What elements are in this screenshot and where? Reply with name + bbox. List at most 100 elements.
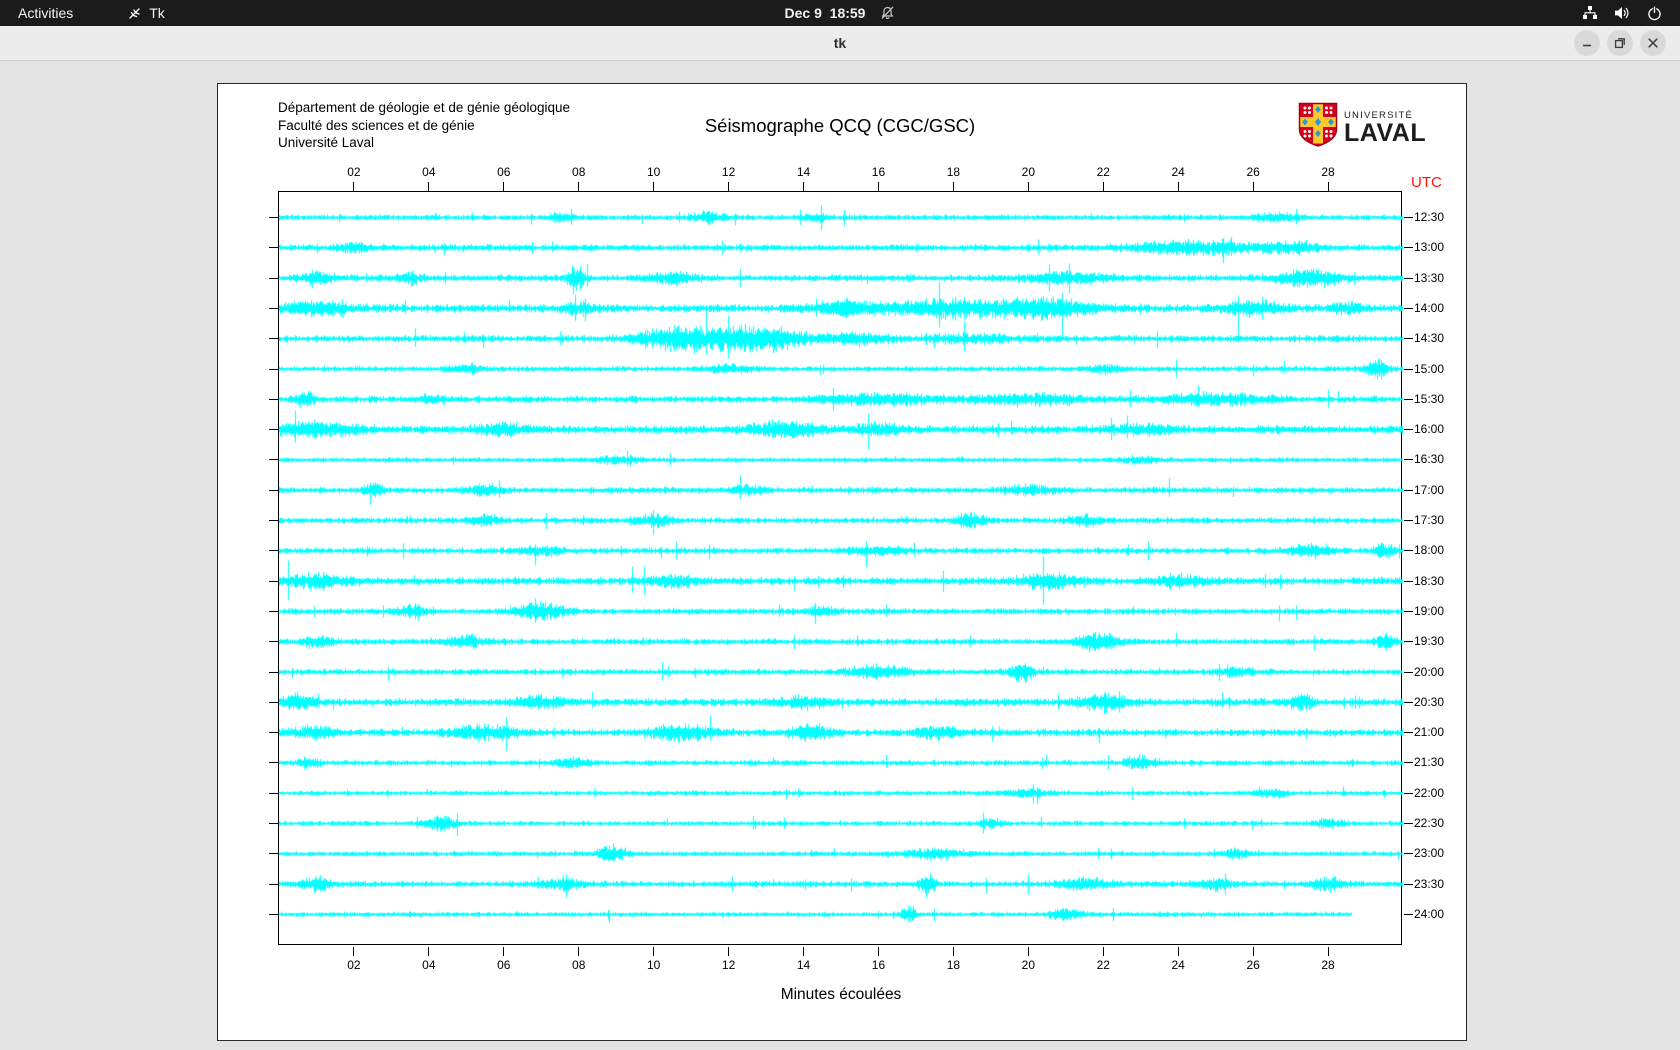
x-tick-bottom [1102, 947, 1104, 956]
x-tick-label-bottom: 28 [1321, 958, 1335, 972]
trace-time-label: 12:30 [1414, 210, 1445, 224]
app-menu-label: Tk [149, 5, 165, 21]
trace-time-label: 20:00 [1414, 664, 1445, 679]
x-tick-bottom [952, 947, 954, 956]
trace-tick-right [1404, 277, 1413, 279]
x-tick-top [578, 182, 580, 191]
trace-tick-right [1404, 610, 1413, 612]
trace-tick-right [1404, 732, 1413, 734]
trace-tick-left [269, 429, 278, 431]
trace-time-label: 18:00 [1414, 543, 1445, 558]
system-status-area[interactable] [1574, 0, 1670, 26]
logo-laval-label: LAVAL [1344, 119, 1427, 147]
x-tick-bottom [578, 947, 580, 956]
x-tick-label-bottom: 14 [796, 958, 811, 972]
trace-time-label: 19:30 [1414, 634, 1445, 649]
x-tick-label-top: 08 [572, 165, 586, 179]
trace-tick-right [1404, 520, 1413, 521]
x-axis-title: Minutes écoulées [780, 986, 902, 1003]
tk-app-icon [127, 6, 142, 21]
power-icon [1647, 6, 1662, 21]
x-tick-bottom [877, 947, 879, 956]
trace-tick-left [269, 883, 278, 885]
trace-time-label: 19:00 [1414, 603, 1445, 618]
trace-tick-right [1404, 792, 1413, 794]
x-tick-bottom [1027, 947, 1029, 956]
trace-tick-left [269, 277, 278, 279]
trace-tick-left [269, 489, 278, 491]
laval-logo-text: UNIVERSITÉ LAVAL [1344, 110, 1427, 147]
minimize-icon [1583, 44, 1591, 47]
x-tick-label-bottom: 02 [347, 958, 361, 972]
trace-time-label: 22:30 [1414, 816, 1445, 830]
trace-tick-right [1404, 701, 1413, 703]
x-tick-label-top: 18 [946, 165, 961, 179]
trace-tick-left [269, 217, 278, 218]
window-titlebar[interactable]: tk [0, 26, 1680, 61]
x-tick-top [877, 182, 879, 191]
x-tick-top [728, 182, 730, 191]
top-bar-left: Activities Tk [0, 0, 177, 26]
window-title: tk [833, 35, 847, 51]
trace-tick-left [269, 671, 278, 673]
x-tick-label-top: 14 [796, 165, 811, 179]
bell-crossed-icon [879, 5, 895, 21]
x-tick-label-bottom: 26 [1246, 958, 1260, 972]
desktop-screen: Activities Tk Dec 9 18:59 tk Département… [0, 0, 1680, 1050]
trace-time-label: 23:30 [1414, 876, 1445, 891]
x-tick-label-bottom: 20 [1021, 958, 1036, 972]
seismogram-plot: UTC Minutes écoulées 02 02 04 04 06 06 08 08 10 1… [269, 165, 1444, 1003]
trace-tick-right [1404, 217, 1413, 218]
restore-button[interactable] [1607, 30, 1633, 56]
seismograph-canvas: Département de géologie et de génie géol… [217, 83, 1467, 1041]
x-tick-label-bottom: 16 [871, 958, 886, 972]
close-button[interactable] [1640, 30, 1666, 56]
trace-time-label: 16:30 [1414, 452, 1445, 467]
x-tick-bottom [1177, 947, 1179, 956]
x-tick-bottom [428, 947, 430, 956]
trace-tick-right [1404, 671, 1413, 673]
x-tick-bottom [503, 947, 505, 956]
trace-tick-left [269, 459, 278, 461]
trace-tick-right [1404, 762, 1413, 764]
page-title: Séismographe QCQ (CGC/GSC) [704, 115, 976, 136]
x-tick-bottom [803, 947, 805, 956]
trace-time-label: 14:30 [1414, 331, 1445, 346]
trace-time-label: 21:00 [1414, 725, 1445, 740]
trace-tick-right [1404, 489, 1413, 491]
activities-label: Activities [18, 5, 74, 21]
trace-tick-left [269, 853, 278, 855]
x-tick-bottom [1327, 947, 1329, 956]
trace-tick-left [269, 913, 278, 915]
x-tick-top [1177, 182, 1179, 191]
utc-axis-label: UTC [1411, 174, 1442, 191]
trace-tick-right [1404, 580, 1413, 582]
activities-button[interactable]: Activities [0, 0, 91, 26]
x-tick-label-top: 28 [1321, 165, 1335, 179]
x-tick-label-top: 12 [721, 165, 736, 179]
trace-tick-left [269, 701, 278, 703]
trace-tick-left [269, 823, 278, 824]
x-tick-top [428, 182, 430, 191]
app-menu-button[interactable]: Tk [115, 0, 177, 26]
x-tick-label-top: 16 [871, 165, 886, 179]
trace-time-label: 22:00 [1414, 785, 1445, 800]
minimize-button[interactable] [1574, 30, 1600, 56]
trace-time-label: 21:30 [1414, 755, 1445, 770]
volume-icon [1614, 6, 1631, 20]
trace-tick-left [269, 792, 278, 794]
trace-time-label: 17:00 [1414, 482, 1445, 497]
x-tick-top [952, 182, 954, 191]
trace-tick-left [269, 762, 278, 764]
trace-tick-right [1404, 853, 1413, 855]
seismogram-traces [279, 192, 1403, 946]
trace-tick-right [1404, 338, 1413, 340]
wired-network-icon [1582, 6, 1598, 20]
trace-tick-right [1404, 429, 1413, 431]
clock-button[interactable]: Dec 9 18:59 [785, 0, 896, 26]
trace-tick-right [1404, 247, 1413, 249]
x-tick-label-bottom: 04 [422, 958, 436, 972]
x-tick-label-top: 06 [497, 165, 511, 179]
trace-time-label: 15:30 [1414, 391, 1445, 406]
trace-tick-left [269, 398, 278, 400]
